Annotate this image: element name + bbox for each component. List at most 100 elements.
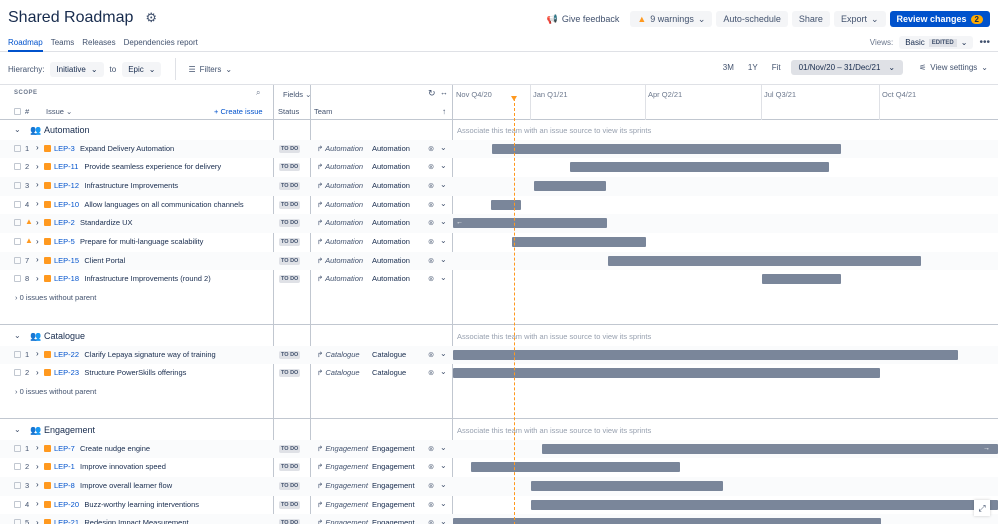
- issue-key-link[interactable]: LEP-7: [54, 444, 75, 453]
- chevron-down-icon[interactable]: ⌄: [440, 480, 447, 489]
- tab-teams[interactable]: Teams: [51, 36, 75, 52]
- chevron-right-icon[interactable]: ›: [36, 462, 39, 471]
- timeline-bar[interactable]: [531, 480, 723, 491]
- table-row[interactable]: 1 › LEP-22 Clarify Lepaya signature way of …: [0, 345, 998, 365]
- table-row[interactable]: 2 › LEP-23 Structure PowerSkills offerings T…: [0, 364, 998, 383]
- chevron-right-icon[interactable]: ›: [36, 143, 39, 152]
- chevron-down-icon[interactable]: ⌄: [440, 367, 447, 376]
- clear-icon[interactable]: ⊗: [428, 181, 434, 190]
- table-row[interactable]: 8 › LEP-18 Infrastructure Improvements (rou…: [0, 270, 998, 289]
- issue-summary[interactable]: Standardize UX: [80, 218, 133, 227]
- expand-columns-icon[interactable]: ↔: [440, 88, 448, 97]
- issue-key-link[interactable]: LEP-8: [54, 481, 75, 490]
- chevron-down-icon[interactable]: ⌄: [14, 331, 21, 340]
- tab-releases[interactable]: Releases: [82, 36, 115, 52]
- table-row[interactable]: 3 › LEP-12 Infrastructure Improvements TO DO…: [0, 176, 998, 196]
- timeline-bar[interactable]: [512, 237, 646, 247]
- team-cell[interactable]: ↱ Automation: [317, 218, 363, 227]
- tab-roadmap[interactable]: Roadmap: [8, 36, 43, 52]
- issue-summary[interactable]: Prepare for multi-language scalability: [80, 237, 203, 246]
- issue-key-link[interactable]: LEP-21: [54, 518, 79, 524]
- tab-dependencies-report[interactable]: Dependencies report: [124, 36, 198, 52]
- row-checkbox[interactable]: [14, 463, 21, 471]
- team-cell[interactable]: ↱ Automation: [317, 181, 363, 190]
- clear-icon[interactable]: ⊗: [428, 237, 434, 246]
- chevron-right-icon[interactable]: ›: [36, 199, 39, 208]
- fullscreen-icon[interactable]: ⤢: [974, 500, 990, 516]
- timeline-bar[interactable]: [762, 274, 841, 285]
- search-icon[interactable]: ⌕: [256, 88, 260, 98]
- export-button[interactable]: Export ⌄: [833, 11, 886, 27]
- clear-icon[interactable]: ⊗: [428, 368, 434, 377]
- chevron-right-icon[interactable]: ›: [36, 218, 39, 227]
- row-checkbox[interactable]: [14, 219, 21, 227]
- view-dropdown[interactable]: Basic EDITED ⌄: [899, 36, 974, 49]
- chevron-right-icon[interactable]: ›: [36, 499, 39, 508]
- zoom-1y-button[interactable]: 1Y: [744, 60, 762, 75]
- table-row[interactable]: 4 › LEP-10 Allow languages on all communica…: [0, 196, 998, 215]
- issue-key-link[interactable]: LEP-1: [54, 462, 75, 471]
- chevron-down-icon[interactable]: ⌄: [14, 425, 21, 434]
- team-cell[interactable]: ↱ Automation: [317, 256, 363, 265]
- zoom-fit-button[interactable]: Fit: [768, 60, 785, 75]
- chevron-down-icon[interactable]: ⌄: [440, 443, 447, 452]
- table-row[interactable]: 3 › LEP-8 Improve overall learner flow TO DO…: [0, 476, 998, 496]
- timeline-bar[interactable]: [491, 199, 521, 210]
- issue-column-header[interactable]: Issue ⌄: [46, 107, 72, 116]
- chevron-right-icon[interactable]: ›: [36, 349, 39, 358]
- team-cell[interactable]: ↱ Automation: [317, 144, 363, 153]
- team-cell[interactable]: ↱ Automation: [317, 162, 363, 171]
- warning-icon[interactable]: ▲: [25, 236, 33, 245]
- issue-key-link[interactable]: LEP-23: [54, 368, 79, 377]
- issue-summary[interactable]: Client Portal: [84, 256, 125, 265]
- timeline-bar[interactable]: [570, 162, 829, 173]
- clear-icon[interactable]: ⊗: [428, 200, 434, 209]
- row-checkbox[interactable]: [14, 481, 21, 489]
- issue-summary[interactable]: Improve overall learner flow: [80, 481, 172, 490]
- filters-button[interactable]: ☰ Filters ⌄: [188, 65, 232, 74]
- chevron-down-icon[interactable]: ⌄: [440, 199, 447, 208]
- issue-key-link[interactable]: LEP-20: [54, 500, 79, 509]
- clear-icon[interactable]: ⊗: [428, 256, 434, 265]
- team-cell[interactable]: ↱ Engagement: [317, 444, 368, 453]
- clear-icon[interactable]: ⊗: [428, 218, 434, 227]
- refresh-icon[interactable]: ↻: [428, 88, 436, 99]
- team-cell[interactable]: ↱ Automation: [317, 237, 363, 246]
- clear-icon[interactable]: ⊗: [428, 350, 434, 359]
- row-checkbox[interactable]: [14, 275, 21, 283]
- row-checkbox[interactable]: [14, 369, 21, 377]
- row-checkbox[interactable]: [14, 238, 21, 245]
- no-parent-row[interactable]: › 0 issues without parent: [0, 289, 998, 308]
- date-range-select[interactable]: 01/Nov/20 – 31/Dec/21 ⌄: [790, 60, 904, 75]
- chevron-down-icon[interactable]: ⌄: [440, 273, 447, 282]
- timeline-bar[interactable]: [531, 499, 998, 510]
- gear-icon[interactable]: ⚙: [145, 10, 157, 26]
- chevron-down-icon[interactable]: ⌄: [440, 349, 447, 358]
- row-checkbox[interactable]: [14, 350, 21, 358]
- chevron-right-icon[interactable]: ›: [36, 443, 39, 452]
- chevron-down-icon[interactable]: ⌄: [440, 217, 447, 226]
- team-cell[interactable]: ↱ Automation: [317, 274, 363, 283]
- issue-summary[interactable]: Allow languages on all communication cha…: [84, 200, 243, 209]
- chevron-down-icon[interactable]: ⌄: [440, 143, 447, 152]
- chevron-right-icon[interactable]: ›: [36, 255, 39, 264]
- timeline-bar[interactable]: [453, 518, 881, 524]
- row-checkbox[interactable]: [14, 256, 21, 264]
- chevron-right-icon[interactable]: ›: [36, 518, 39, 524]
- team-cell[interactable]: ↱ Engagement: [317, 462, 368, 471]
- no-parent-row[interactable]: › 0 issues without parent: [0, 383, 998, 402]
- chevron-down-icon[interactable]: ⌄: [440, 517, 447, 524]
- table-row[interactable]: 1 › LEP-7 Create nudge engine TO DO ↱ Engagem…: [0, 439, 998, 459]
- table-row[interactable]: 7 › LEP-15 Client Portal TO DO ↱ Automation Au…: [0, 251, 998, 271]
- chevron-right-icon[interactable]: ›: [36, 368, 39, 377]
- chevron-down-icon[interactable]: ⌄: [440, 161, 447, 170]
- chevron-right-icon[interactable]: ›: [36, 237, 39, 246]
- clear-icon[interactable]: ⊗: [428, 462, 434, 471]
- select-all-checkbox[interactable]: [14, 108, 21, 115]
- more-icon[interactable]: •••: [979, 37, 990, 48]
- row-checkbox[interactable]: [14, 200, 21, 208]
- clear-icon[interactable]: ⊗: [428, 481, 434, 490]
- create-issue-button[interactable]: + Create issue: [214, 107, 263, 116]
- team-cell[interactable]: ↱ Engagement: [317, 481, 368, 490]
- issue-summary[interactable]: Infrastructure Improvements (round 2): [84, 274, 210, 283]
